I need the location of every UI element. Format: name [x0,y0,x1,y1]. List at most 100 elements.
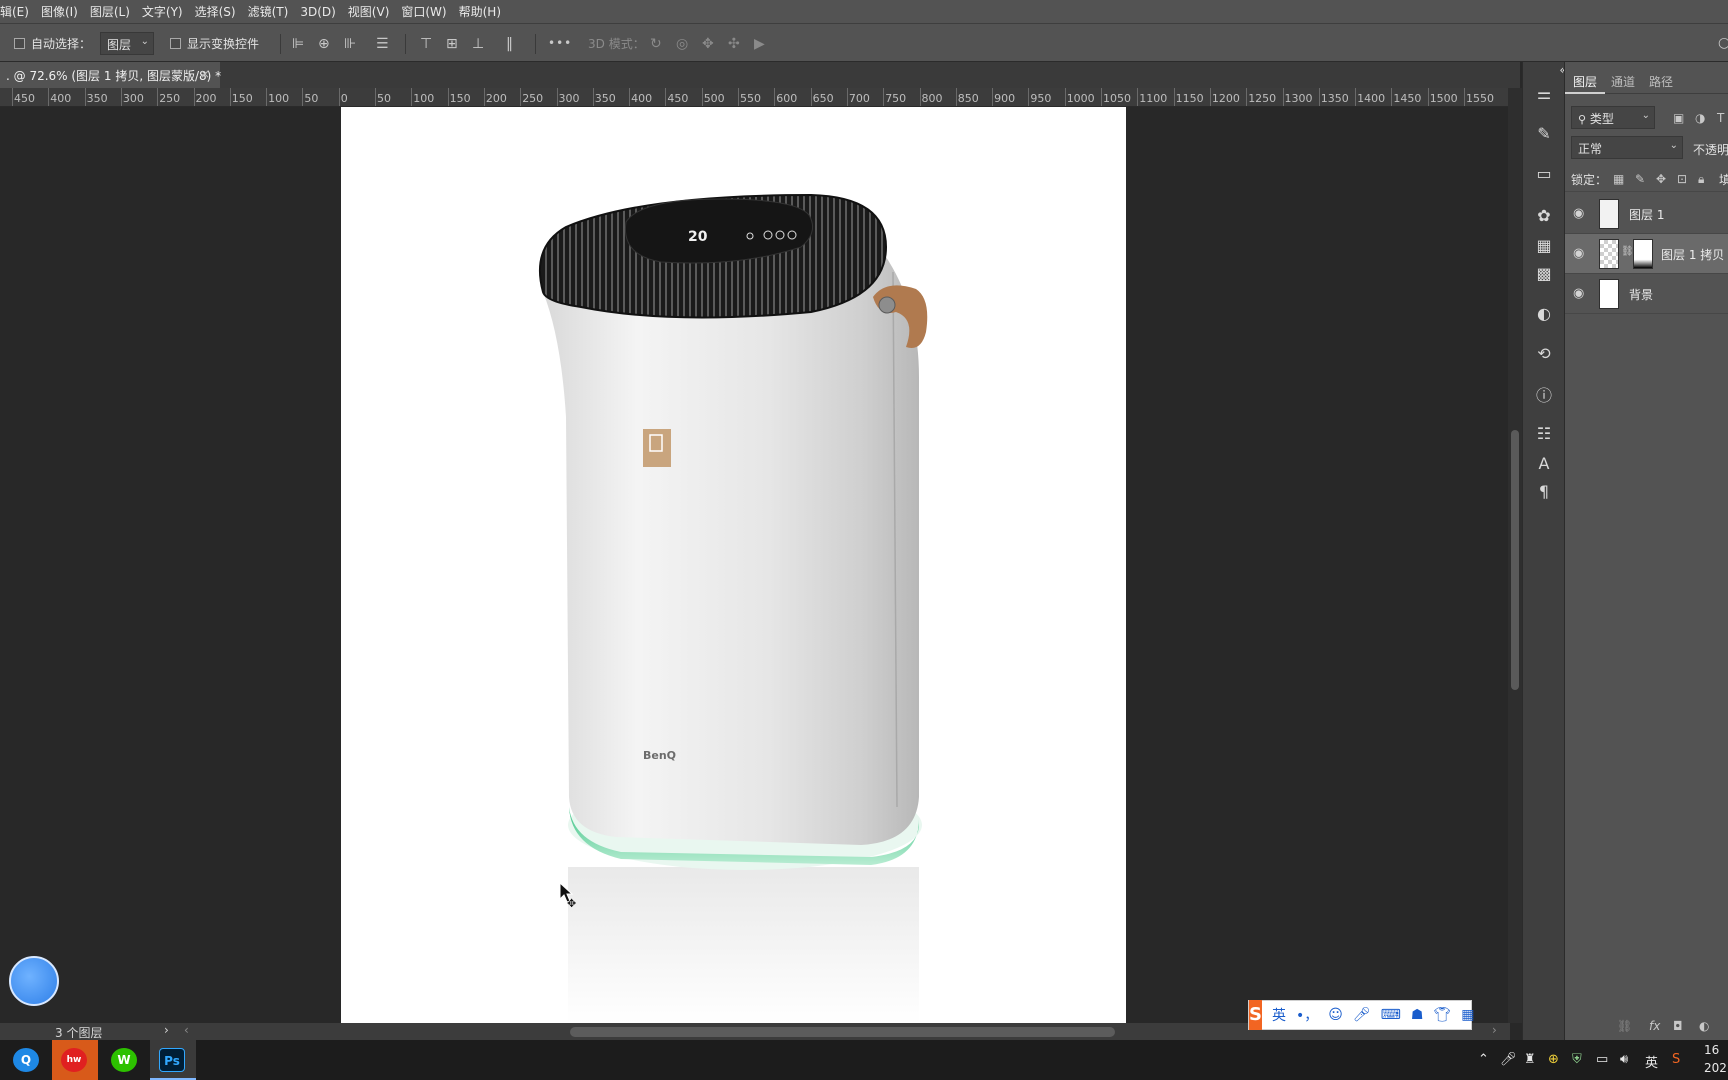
visibility-eye-icon[interactable]: ◉ [1573,246,1584,261]
menu-select[interactable]: 选择(S) [189,3,242,20]
libraries-icon[interactable]: ☷ [1532,422,1556,446]
tray-network-icon[interactable]: ▭ [1596,1052,1608,1067]
menu-layer[interactable]: 图层(L) [84,3,136,20]
lock-brush-icon[interactable]: ✎ [1635,171,1645,187]
close-icon[interactable]: × [200,67,210,81]
layer-mask-thumbnail[interactable] [1633,239,1653,269]
user-icon[interactable]: ☗ [1411,1007,1424,1023]
layer-row[interactable]: ◉ 背景 [1565,274,1728,314]
lock-all-icon[interactable]: 🔒︎ [1698,171,1704,187]
menu-image[interactable]: 图像(I) [35,3,84,20]
character-icon[interactable]: A [1532,452,1556,476]
tray-language[interactable]: 英 [1645,1052,1658,1071]
menu-filter[interactable]: 滤镜(T) [242,3,295,20]
scroll-right-icon[interactable]: › [1492,1023,1497,1037]
menu-window[interactable]: 窗口(W) [395,3,452,20]
document-canvas[interactable]: 20 BenQ ✥ [341,107,1126,1023]
vertical-scroll-thumb[interactable] [1511,430,1519,690]
layer-row[interactable]: ◉ 图层 1 [1565,194,1728,234]
canvas-area[interactable]: 20 BenQ ✥ [0,107,1510,1023]
3d-pan-icon[interactable]: ✥ [702,36,714,52]
align-left-icon[interactable]: ⊫ [292,36,304,52]
filter-kind-dropdown[interactable]: ⚲ 类型 ⌄ [1571,106,1655,129]
show-transform-checkbox[interactable] [170,38,181,49]
tray-sogou-icon[interactable]: S [1672,1052,1680,1067]
tray-volume-icon[interactable]: 🔊︎ [1620,1052,1628,1067]
tray-mic-icon[interactable]: 🎤︎ [1500,1052,1517,1067]
align-vcenter-icon[interactable]: ⊞ [446,36,458,52]
align-bottom-icon[interactable]: ⊥ [472,36,484,52]
info-icon[interactable]: ⓘ [1532,384,1556,408]
floating-assistant-button[interactable] [9,956,59,1006]
vertical-scrollbar[interactable] [1508,88,1522,1023]
tray-plus-icon[interactable]: ⊕ [1548,1052,1559,1067]
clock-date[interactable]: 202 [1704,1061,1727,1075]
filter-type-icon[interactable]: T [1717,110,1724,126]
lock-artboard-icon[interactable]: ⊡ [1677,171,1687,187]
distribute-v-icon[interactable]: ‖ [506,36,513,52]
layer-row-selected[interactable]: ◉ ⛓ 图层 1 拷贝 [1565,234,1728,274]
tab-layers[interactable]: 图层 [1565,68,1606,94]
mask-link-icon[interactable]: ⛓ [1621,246,1634,257]
menu-type[interactable]: 文字(Y) [136,3,189,20]
swatches-icon[interactable]: ▦ [1532,234,1556,258]
document-tab[interactable]: . @ 72.6% (图层 1 拷贝, 图层蒙版/8) * × [0,62,221,88]
filter-adjust-icon[interactable]: ◑ [1695,110,1705,126]
tray-shield-icon[interactable]: ⛨ [1572,1052,1582,1067]
blend-mode-dropdown[interactable]: 正常 ⌄ [1571,136,1683,159]
menu-grid-icon[interactable]: ▦ [1461,1007,1474,1023]
fx-button[interactable]: fx [1649,1018,1660,1034]
3d-camera-icon[interactable]: ▶ [754,36,765,52]
menu-3d[interactable]: 3D(D) [294,5,341,19]
gradient-icon[interactable]: ▭ [1532,162,1556,186]
color-palette-icon[interactable]: ✿ [1532,204,1556,228]
distribute-icon[interactable]: ☰ [376,36,389,52]
taskbar-app-wechat[interactable]: W [102,1040,148,1080]
3d-roll-icon[interactable]: ◎ [676,36,688,52]
add-mask-icon[interactable]: ◘ [1673,1018,1683,1034]
microphone-icon[interactable]: 🎤︎ [1353,1007,1371,1023]
3d-slide-icon[interactable]: ✣ [728,36,740,52]
taskbar-app-q[interactable]: Q [4,1040,50,1080]
auto-select-dropdown[interactable]: 图层 ⌄ [100,32,154,55]
horizontal-scroll-thumb[interactable] [570,1027,1115,1037]
emoji-icon[interactable]: ☺ [1328,1007,1343,1023]
sogou-logo-icon[interactable]: S [1249,1000,1262,1030]
align-hcenter-icon[interactable]: ⊕ [318,36,330,52]
lock-move-icon[interactable]: ✥ [1656,171,1666,187]
status-arrow[interactable]: › [164,1023,169,1037]
align-right-icon[interactable]: ⊪ [344,36,356,52]
properties-icon[interactable]: ⚌ [1532,82,1556,106]
auto-select-checkbox[interactable] [14,38,25,49]
adjustment-layer-icon[interactable]: ◐ [1699,1018,1709,1034]
skin-icon[interactable]: 👕︎ [1433,1007,1451,1023]
filter-pixel-icon[interactable]: ▣ [1673,110,1684,126]
clock-time[interactable]: 16 [1704,1043,1719,1057]
link-layers-icon[interactable]: ⛓ [1617,1018,1632,1034]
menu-edit[interactable]: 辑(E) [0,3,35,20]
ime-punct[interactable]: •， [1296,1005,1318,1025]
taskbar-app-hw[interactable]: hw [52,1040,98,1080]
lock-transparent-icon[interactable]: ▦ [1613,171,1624,187]
scroll-left-icon[interactable]: ‹ [184,1023,189,1037]
history-icon[interactable]: ⟲ [1532,342,1556,366]
keyboard-icon[interactable]: ⌨ [1381,1007,1401,1023]
tray-expand-icon[interactable]: ⌃ [1478,1052,1489,1067]
tab-channels[interactable]: 通道 [1603,68,1643,94]
visibility-eye-icon[interactable]: ◉ [1573,286,1584,301]
search-icon[interactable]: ○ [1718,35,1728,51]
taskbar-app-photoshop[interactable]: Ps [150,1040,196,1080]
3d-orbit-icon[interactable]: ↻ [650,36,662,52]
adjustments-icon[interactable]: ◐ [1532,302,1556,326]
patterns-icon[interactable]: ▩ [1532,262,1556,286]
menu-help[interactable]: 帮助(H) [453,3,507,20]
tab-paths[interactable]: 路径 [1641,68,1681,94]
paragraph-icon[interactable]: ¶ [1532,480,1556,504]
more-button[interactable]: ••• [548,35,572,51]
tray-app-icon[interactable]: ♜ [1524,1052,1536,1067]
align-top-icon[interactable]: ⊤ [420,36,432,52]
menu-view[interactable]: 视图(V) [342,3,396,20]
visibility-eye-icon[interactable]: ◉ [1573,206,1584,221]
ime-language[interactable]: 英 [1272,1005,1286,1025]
brush-icon[interactable]: ✎ [1532,122,1556,146]
